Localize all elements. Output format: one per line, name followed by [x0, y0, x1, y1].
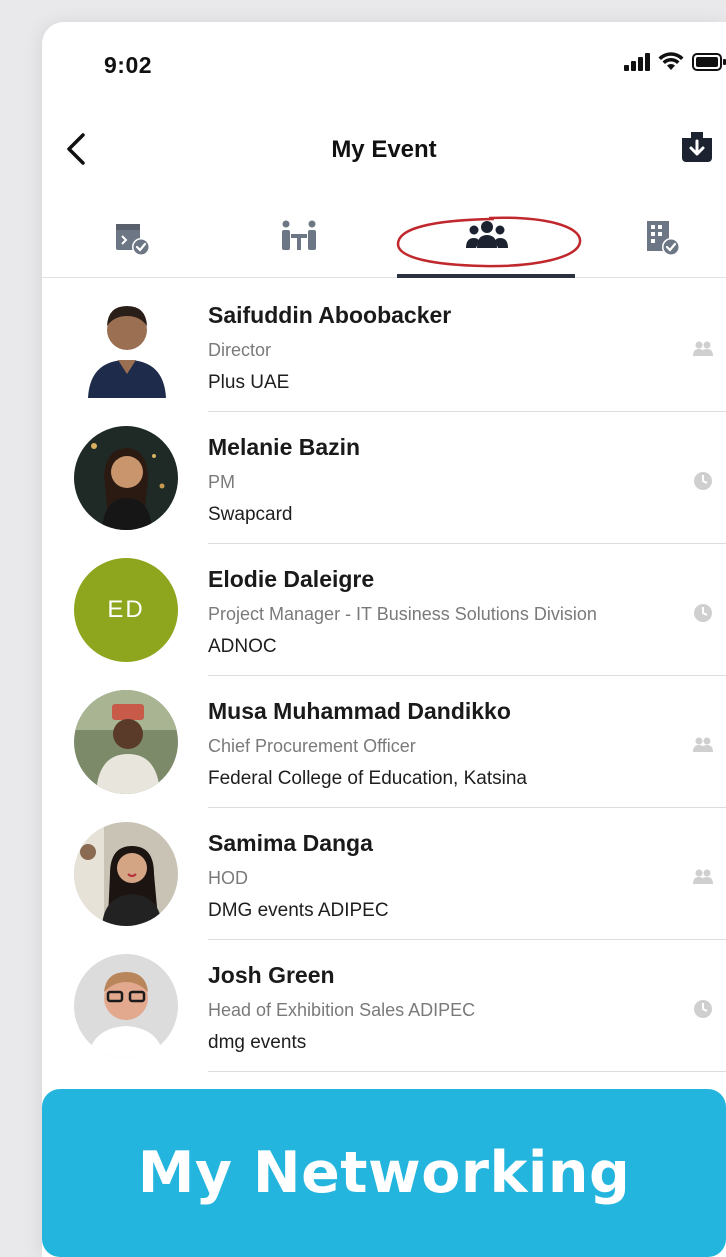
row-divider: [208, 1071, 726, 1072]
tab-selected-indicator: [397, 274, 575, 278]
contact-job-title: Head of Exhibition Sales ADIPEC: [208, 1000, 476, 1020]
contact-job-title: HOD: [208, 868, 248, 888]
contact-row[interactable]: Musa Muhammad Dandikko Chief Procurement…: [42, 676, 726, 808]
meeting-table-icon: [282, 220, 316, 250]
contact-company: ADNOC: [208, 636, 277, 657]
contact-job-title: Director: [208, 340, 272, 360]
avatar: [74, 690, 178, 794]
status-bar: 9:02: [42, 22, 726, 112]
highlight-ellipse-annotation: [396, 216, 582, 268]
contact-name: Saifuddin Aboobacker: [208, 302, 452, 328]
contact-company: Plus UAE: [208, 372, 290, 393]
contact-company: Federal College of Education, Katsina: [208, 768, 527, 789]
clock-icon: [694, 1000, 712, 1018]
contact-row[interactable]: Samima Danga HOD DMG events ADIPEC: [42, 808, 726, 940]
page-title: My Event: [331, 136, 437, 163]
tab-bar: [42, 206, 726, 278]
download-button[interactable]: [680, 130, 716, 166]
status-icons: [624, 52, 726, 72]
battery-icon: [692, 53, 726, 71]
avatar: [80, 294, 174, 398]
banner-title: My Networking: [137, 1140, 631, 1206]
building-check-icon: [647, 221, 680, 256]
status-time: 9:02: [104, 52, 153, 78]
people-icon: [693, 737, 713, 752]
download-icon: [682, 132, 712, 162]
cellular-signal-icon: [624, 53, 650, 71]
contact-name: Samima Danga: [208, 830, 373, 856]
contact-company: dmg events: [208, 1032, 307, 1053]
tab-calendar[interactable]: [62, 206, 202, 278]
contact-row[interactable]: ED Elodie Daleigre Project Manager - IT …: [42, 544, 726, 676]
avatar-initials: ED: [74, 558, 178, 662]
people-icon: [693, 341, 713, 356]
contact-job-title: Project Manager - IT Business Solutions …: [208, 604, 597, 624]
feature-banner: My Networking: [42, 1089, 726, 1257]
contact-row[interactable]: Saifuddin Aboobacker Director Plus UAE: [42, 280, 726, 412]
navigation-bar: My Event: [42, 122, 726, 182]
avatar: [74, 822, 178, 926]
contact-job-title: PM: [208, 472, 235, 492]
people-icon: [693, 869, 713, 884]
contact-row[interactable]: Melanie Bazin PM Swapcard: [42, 412, 726, 544]
calendar-check-icon: [116, 224, 150, 256]
contact-company: DMG events ADIPEC: [208, 900, 389, 921]
clock-icon: [694, 604, 712, 622]
contact-name: Elodie Daleigre: [208, 566, 375, 592]
tab-meetings[interactable]: [229, 206, 369, 278]
contact-company: Swapcard: [208, 504, 293, 525]
phone-screen: 9:02 My Event Saifuddin Aboobacker Direc…: [42, 22, 726, 1257]
wifi-icon: [658, 52, 684, 70]
contact-job-title: Chief Procurement Officer: [208, 736, 416, 756]
contact-name: Musa Muhammad Dandikko: [208, 698, 511, 724]
avatar: [74, 426, 178, 530]
contact-row[interactable]: Josh Green Head of Exhibition Sales ADIP…: [42, 940, 726, 1072]
contact-name: Josh Green: [208, 962, 335, 988]
avatar: [74, 954, 178, 1058]
clock-icon: [694, 472, 712, 490]
tab-exhibitors[interactable]: [592, 206, 726, 278]
contact-name: Melanie Bazin: [208, 434, 361, 460]
